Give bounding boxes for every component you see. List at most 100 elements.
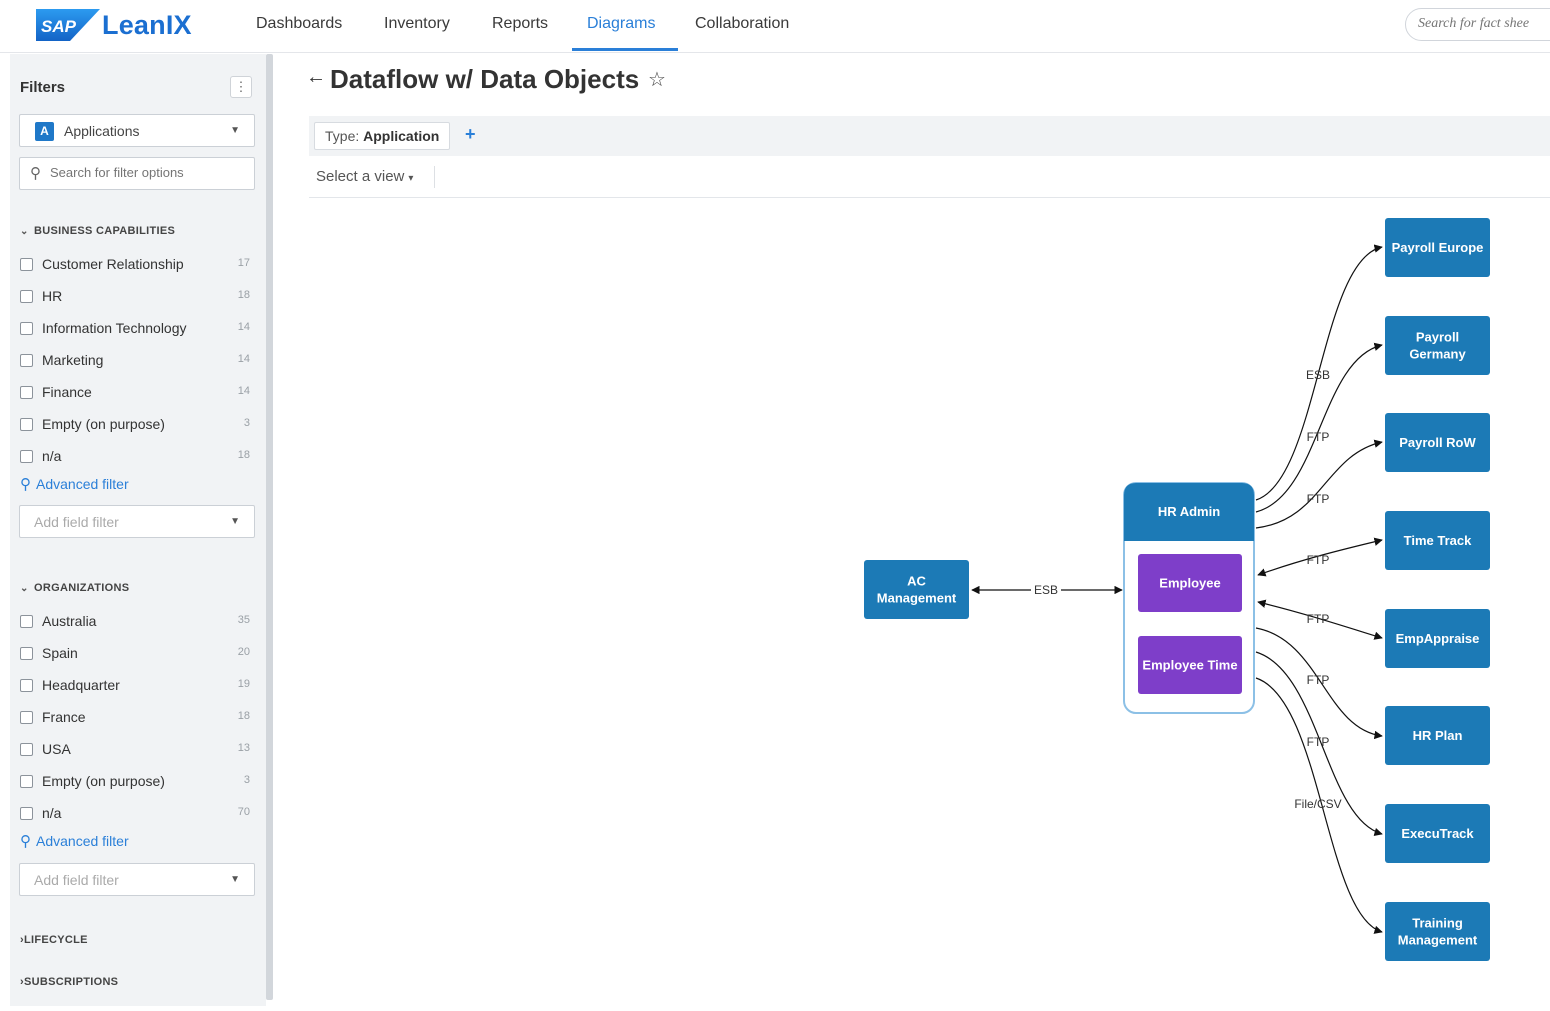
filter-sidebar: Filters ⋮ A Applications ▼ ⚲ ⌄ BUSINESS C… xyxy=(10,54,266,1006)
checkbox[interactable] xyxy=(20,450,33,463)
checkbox[interactable] xyxy=(20,711,33,724)
chevron-down-icon: ▼ xyxy=(230,516,240,527)
filter-option[interactable]: n/a 18 xyxy=(20,447,254,469)
filter-option-count: 14 xyxy=(237,321,250,333)
filter-option-count: 18 xyxy=(237,710,250,722)
filter-search-box[interactable]: ⚲ xyxy=(19,157,255,190)
filter-option-label: HR xyxy=(42,288,63,304)
filter-option[interactable]: Australia 35 xyxy=(20,612,254,634)
node-training[interactable] xyxy=(1385,902,1490,961)
filter-option[interactable]: n/a 70 xyxy=(20,804,254,826)
checkbox[interactable] xyxy=(20,743,33,756)
dataflow-edge-hr-admin-payroll-germany[interactable] xyxy=(1255,342,1383,513)
nav-inventory[interactable]: Inventory xyxy=(384,15,450,33)
filter-option-count: 70 xyxy=(237,806,250,818)
checkbox[interactable] xyxy=(20,647,33,660)
nav-dashboards[interactable]: Dashboards xyxy=(256,15,342,33)
global-search-box[interactable] xyxy=(1405,8,1550,41)
nav-diagrams[interactable]: Diagrams xyxy=(587,15,655,33)
edge-label-background xyxy=(1031,583,1061,597)
add-filter-button[interactable]: + xyxy=(465,124,476,145)
edge-label: File/CSV xyxy=(1294,797,1341,811)
filter-option[interactable]: USA 13 xyxy=(20,740,254,762)
chevron-down-icon: ▼ xyxy=(230,125,240,136)
more-vertical-icon[interactable]: ⋮ xyxy=(230,76,252,98)
checkbox[interactable] xyxy=(20,418,33,431)
view-select-label: Select a view xyxy=(316,168,405,185)
filter-option[interactable]: Empty (on purpose) 3 xyxy=(20,772,254,794)
filter-option[interactable]: Empty (on purpose) 3 xyxy=(20,415,254,437)
checkbox[interactable] xyxy=(20,615,33,628)
data-object-employee[interactable] xyxy=(1138,554,1242,612)
global-search-input[interactable] xyxy=(1418,16,1550,32)
node-payroll-germany[interactable] xyxy=(1385,316,1490,375)
caret-down-icon: ▾ xyxy=(408,173,414,184)
nav-collaboration[interactable]: Collaboration xyxy=(695,15,789,33)
filter-option[interactable]: Customer Relationship 17 xyxy=(20,255,254,277)
node-empappraise[interactable] xyxy=(1385,609,1490,668)
data-object-employee-time[interactable] xyxy=(1138,636,1242,694)
checkbox[interactable] xyxy=(20,290,33,303)
dataflow-edge-hr-admin-payroll-row[interactable] xyxy=(1255,439,1383,529)
node-payroll-row[interactable] xyxy=(1385,413,1490,472)
view-select[interactable]: Select a view ▾ xyxy=(316,168,413,185)
advanced-filter-label: Advanced filter xyxy=(36,476,129,492)
advanced-filter-link[interactable]: ⚲ Advanced filter xyxy=(20,475,129,493)
sidebar-scrollbar[interactable] xyxy=(266,54,273,1000)
nav-reports[interactable]: Reports xyxy=(492,15,548,33)
edge-label: FTP xyxy=(1307,553,1330,567)
checkbox[interactable] xyxy=(20,258,33,271)
fact-sheet-type-select[interactable]: A Applications ▼ xyxy=(19,114,255,147)
node-hr-plan[interactable] xyxy=(1385,706,1490,765)
dataflow-edge-hr-admin-training[interactable] xyxy=(1255,677,1383,934)
add-field-filter-select[interactable]: Add field filter ▼ xyxy=(19,505,255,538)
filter-option-label: Spain xyxy=(42,645,78,661)
section-organizations[interactable]: ⌄ ORGANIZATIONS xyxy=(20,582,129,594)
search-icon: ⚲ xyxy=(30,165,41,182)
filter-option[interactable]: Finance 14 xyxy=(20,383,254,405)
dataflow-edge-hr-admin-payroll-europe[interactable] xyxy=(1255,244,1383,501)
checkbox[interactable] xyxy=(20,322,33,335)
type-filter-chip[interactable]: Type: Application xyxy=(314,122,451,150)
star-icon[interactable]: ☆ xyxy=(648,67,666,92)
logo[interactable]: SAP LeanIX xyxy=(36,8,192,42)
add-field-filter-select[interactable]: Add field filter ▼ xyxy=(19,863,255,896)
node-ac[interactable] xyxy=(864,560,969,619)
filter-option-count: 13 xyxy=(237,742,250,754)
filter-option-label: Marketing xyxy=(42,352,104,368)
filter-option[interactable]: Headquarter 19 xyxy=(20,676,254,698)
section-subscriptions[interactable]: ›SUBSCRIPTIONS xyxy=(20,976,118,988)
checkbox[interactable] xyxy=(20,679,33,692)
section-lifecycle[interactable]: ›LIFECYCLE xyxy=(20,934,88,946)
filter-option[interactable]: Information Technology 14 xyxy=(20,319,254,341)
back-arrow-icon[interactable]: ← xyxy=(306,66,326,89)
checkbox[interactable] xyxy=(20,386,33,399)
search-icon: ⚲ xyxy=(20,833,31,850)
filter-option[interactable]: Marketing 14 xyxy=(20,351,254,373)
node-payroll-europe[interactable] xyxy=(1385,218,1490,277)
filter-search-input[interactable] xyxy=(50,165,245,180)
node-time-track[interactable] xyxy=(1385,511,1490,570)
svg-text:SAP: SAP xyxy=(41,17,77,36)
checkbox[interactable] xyxy=(20,807,33,820)
filter-option-label: Customer Relationship xyxy=(42,256,184,272)
filter-option[interactable]: Spain 20 xyxy=(20,644,254,666)
advanced-filter-link[interactable]: ⚲ Advanced filter xyxy=(20,832,129,850)
dataflow-edge-hr-admin-executrack[interactable] xyxy=(1255,651,1383,836)
dataflow-edge-hr-admin-hr-plan[interactable] xyxy=(1255,627,1383,740)
filter-option-count: 17 xyxy=(237,257,250,269)
filter-option-count: 18 xyxy=(237,449,250,461)
checkbox[interactable] xyxy=(20,775,33,788)
filter-option[interactable]: HR 18 xyxy=(20,287,254,309)
chevron-down-icon: ⌄ xyxy=(20,226,29,237)
dataflow-edge-hr-admin-time-track[interactable] xyxy=(1257,537,1383,577)
section-title: SUBSCRIPTIONS xyxy=(23,976,119,988)
filter-option-label: Information Technology xyxy=(42,320,187,336)
node-executrack[interactable] xyxy=(1385,804,1490,863)
checkbox[interactable] xyxy=(20,354,33,367)
filter-option-count: 35 xyxy=(237,614,250,626)
section-business-capabilities[interactable]: ⌄ BUSINESS CAPABILITIES xyxy=(20,225,175,237)
edge-label: FTP xyxy=(1307,673,1330,687)
filter-option[interactable]: France 18 xyxy=(20,708,254,730)
dataflow-edge-empappraise-hr-admin[interactable] xyxy=(1257,599,1383,640)
